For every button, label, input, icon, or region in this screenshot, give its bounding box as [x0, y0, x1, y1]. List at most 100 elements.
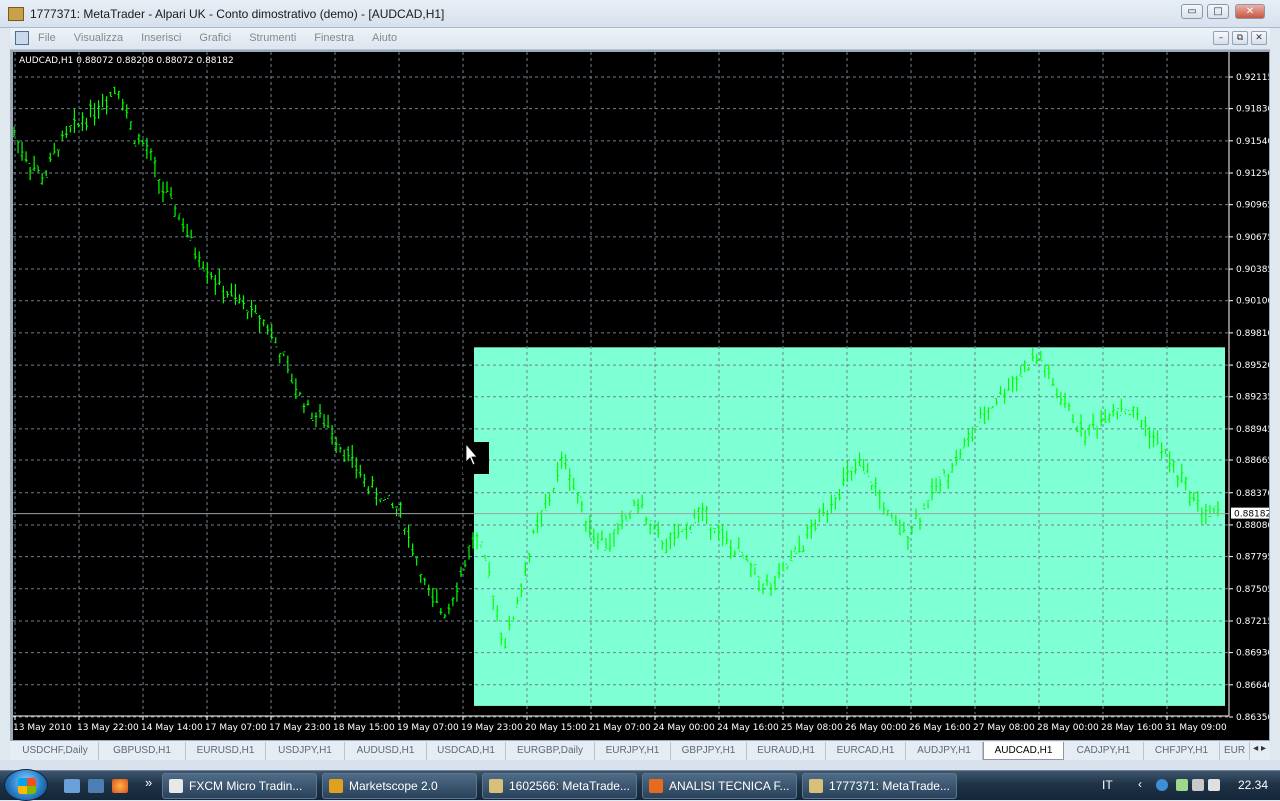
chart-tab-audcad-h1[interactable]: AUDCAD,H1 — [983, 742, 1064, 760]
y-tick-label: 0.89520 — [1236, 361, 1269, 371]
chart-tab-cadjpy-h1[interactable]: CADJPY,H1 — [1064, 742, 1144, 760]
show-desktop-icon[interactable] — [64, 779, 80, 793]
tab-scroll-arrows[interactable]: ◂ ▸ — [1253, 743, 1266, 754]
tray-expand-arrow[interactable]: ‹ — [1138, 777, 1142, 791]
menu-item-finestra[interactable]: Finestra — [314, 32, 354, 44]
candle-bar — [133, 140, 137, 147]
chart-tab-usdjpy-h1[interactable]: USDJPY,H1 — [266, 742, 345, 760]
menu-item-grafici[interactable]: Grafici — [199, 32, 231, 44]
candle-bar — [382, 497, 386, 501]
candle-bar — [205, 262, 209, 284]
taskbar-task-1[interactable]: FXCM Micro Tradin... — [162, 773, 317, 799]
network-tray-icon[interactable] — [1176, 779, 1188, 791]
candle-bar — [209, 271, 213, 280]
y-tick-label: 0.91540 — [1236, 137, 1269, 147]
chart-tab-eurjpy-h1[interactable]: EURJPY,H1 — [595, 742, 671, 760]
close-button[interactable]: ✕ — [1235, 4, 1265, 19]
x-tick-label: 24 May 16:00 — [717, 723, 779, 733]
candle-bar — [370, 475, 374, 488]
candle-bar — [250, 299, 254, 318]
start-button[interactable] — [4, 769, 48, 801]
candle-bar — [84, 117, 88, 131]
title-bar[interactable]: 1777371: MetaTrader - Alpari UK - Conto … — [0, 0, 1280, 28]
switch-windows-icon[interactable] — [88, 779, 104, 793]
menu-item-strumenti[interactable]: Strumenti — [249, 32, 296, 44]
taskbar-task-label: Marketscope 2.0 — [349, 779, 438, 793]
candle-bar — [338, 444, 342, 453]
candle-bar — [137, 133, 141, 145]
candle-bar — [217, 268, 221, 286]
x-tick-label: 25 May 08:00 — [781, 723, 843, 733]
menu-item-file[interactable]: File — [38, 32, 56, 44]
candle-bar — [177, 213, 181, 221]
chart-tab-eurgbp-daily[interactable]: EURGBP,Daily — [506, 742, 595, 760]
x-tick-label: 27 May 08:00 — [973, 723, 1035, 733]
chart-tab-gbpjpy-h1[interactable]: GBPJPY,H1 — [671, 742, 747, 760]
taskbar-task-2[interactable]: Marketscope 2.0 — [322, 773, 477, 799]
y-tick-label: 0.89810 — [1236, 329, 1269, 339]
y-tick-label: 0.86350 — [1236, 713, 1269, 723]
taskbar-task-label: FXCM Micro Tradin... — [189, 779, 303, 793]
candle-bar — [286, 355, 290, 374]
taskbar-task-4[interactable]: ANALISI TECNICA F... — [642, 773, 797, 799]
x-tick-label: 18 May 15:00 — [333, 723, 395, 733]
chart-canvas[interactable]: 0.92115 0.91830 0.91540 0.91250 0.90965 0.906… — [13, 52, 1269, 740]
quicklaunch-more[interactable]: » — [145, 775, 152, 790]
chart-tab-eur[interactable]: EUR — [1220, 742, 1250, 760]
taskbar-task-3[interactable]: 1602566: MetaTrade... — [482, 773, 637, 799]
candle-bar — [395, 506, 399, 517]
taskbar-task-5[interactable]: 1777371: MetaTrade... — [802, 773, 957, 799]
candle-bar — [403, 527, 407, 535]
clock[interactable]: 22.34 — [1238, 778, 1268, 792]
firefox-quicklaunch-icon[interactable] — [112, 779, 128, 793]
candle-bar — [149, 148, 153, 161]
candle-bar — [290, 373, 294, 384]
candle-bar — [185, 223, 189, 238]
candle-bar — [427, 584, 431, 596]
candle-bar — [423, 577, 427, 586]
candle-bar — [197, 251, 201, 268]
candle-bar — [443, 613, 447, 619]
candle-bar — [101, 93, 105, 110]
candle-bar — [419, 573, 423, 583]
menu-item-visualizza[interactable]: Visualizza — [74, 32, 123, 44]
device-tray-icon[interactable] — [1192, 779, 1204, 791]
chart-window-icon[interactable] — [15, 31, 29, 45]
chart-tab-euraud-h1[interactable]: EURAUD,H1 — [747, 742, 826, 760]
menu-item-aiuto[interactable]: Aiuto — [372, 32, 397, 44]
maximize-button[interactable]: □ — [1207, 4, 1229, 19]
candle-bar — [52, 142, 56, 155]
chart-tab-usdcad-h1[interactable]: USDCAD,H1 — [427, 742, 506, 760]
chart-tab-audusd-h1[interactable]: AUDUSD,H1 — [345, 742, 427, 760]
menu-item-inserisci[interactable]: Inserisci — [141, 32, 181, 44]
candle-bar — [48, 152, 52, 163]
price-chart[interactable]: 0.92115 0.91830 0.91540 0.91250 0.90965 0.906… — [13, 52, 1269, 740]
mdi-close-button[interactable]: ✕ — [1251, 31, 1267, 45]
x-tick-label: 13 May 22:00 — [77, 723, 139, 733]
candle-bar — [270, 324, 274, 340]
candle-bar — [36, 165, 40, 173]
y-tick-label: 0.88080 — [1236, 521, 1269, 531]
language-indicator[interactable]: IT — [1102, 778, 1113, 792]
system-tray: IT ‹ 22.34 — [1100, 771, 1280, 801]
mdi-minimize-button[interactable]: – — [1213, 31, 1229, 45]
volume-tray-icon[interactable] — [1208, 779, 1220, 791]
y-tick-label: 0.90385 — [1236, 265, 1269, 275]
candle-bar — [294, 378, 298, 399]
chart-tab-audjpy-h1[interactable]: AUDJPY,H1 — [906, 742, 983, 760]
help-tray-icon[interactable] — [1156, 779, 1168, 791]
chart-tab-usdchf-daily[interactable]: USDCHF,Daily — [12, 742, 99, 760]
y-tick-label: 0.86930 — [1236, 649, 1269, 659]
mdi-restore-button[interactable]: ⧉ — [1232, 31, 1248, 45]
y-tick-label: 0.88945 — [1236, 425, 1269, 435]
candle-bar — [314, 412, 318, 428]
candle-bar — [24, 151, 28, 163]
chart-tab-gbpusd-h1[interactable]: GBPUSD,H1 — [99, 742, 186, 760]
chart-tab-chfjpy-h1[interactable]: CHFJPY,H1 — [1144, 742, 1220, 760]
chart-tab-eurusd-h1[interactable]: EURUSD,H1 — [186, 742, 266, 760]
chart-tab-eurcad-h1[interactable]: EURCAD,H1 — [826, 742, 906, 760]
candle-bar — [407, 524, 411, 548]
candle-bar — [40, 173, 44, 185]
minimize-button[interactable]: ▭ — [1181, 4, 1203, 19]
candle-bar — [274, 337, 278, 348]
